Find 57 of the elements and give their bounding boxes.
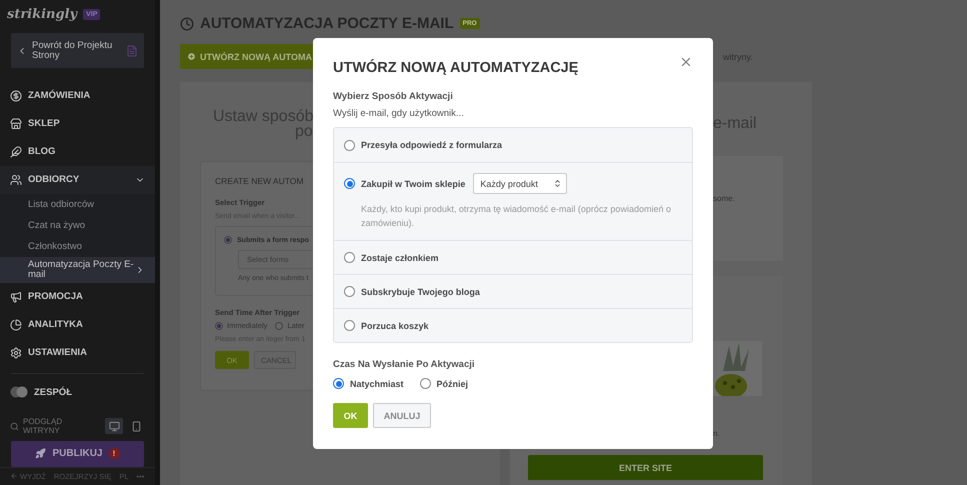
- document-icon: [126, 44, 138, 57]
- nav-subitem[interactable]: Automatyzacja Poczty E-mail: [0, 256, 155, 283]
- nav-icon: [10, 318, 22, 331]
- phone-icon: [130, 420, 142, 432]
- preview-label: PODGLĄD WITRYNY: [23, 417, 64, 436]
- nav-item[interactable]: ODBIORCY: [0, 166, 155, 194]
- nav-item[interactable]: ANALITYKA: [0, 310, 155, 339]
- plus-icon: [187, 52, 196, 61]
- trigger-label[interactable]: Subskrybuje Twojego bloga: [361, 286, 480, 296]
- section-label: Wybierz Sposób Aktywacji: [333, 91, 454, 102]
- nav-icon: [10, 90, 22, 102]
- nav-icon: [10, 118, 22, 130]
- nav-item[interactable]: ZAMÓWIENIA: [0, 82, 155, 110]
- rocket-icon: [35, 448, 46, 460]
- clock-icon: [180, 16, 194, 30]
- publish-button[interactable]: PUBLIKUJ !: [11, 441, 144, 467]
- nav-item[interactable]: USTAWIENIA: [0, 338, 155, 367]
- updown-icon: [553, 179, 562, 188]
- trigger-description: Każdy, kto kupi produkt, otrzyma tę wiadomość e-mail (oprócz powiadomień o zamówieniu).: [361, 203, 672, 230]
- trigger-label[interactable]: Porzuca koszyk: [361, 320, 429, 330]
- radio-button[interactable]: [344, 252, 355, 263]
- monitor-icon: [108, 420, 120, 432]
- section-hint: Wyślij e-mail, gdy użytkownik...: [333, 108, 465, 119]
- back-button[interactable]: Powrót do Projektu Strony: [11, 33, 144, 68]
- time-option[interactable]: Natychmiast: [333, 378, 404, 389]
- desktop-button[interactable]: [105, 418, 123, 434]
- nav-subitem[interactable]: Lista odbiorców: [0, 194, 155, 215]
- nav-icon: [10, 146, 22, 158]
- close-button[interactable]: [679, 55, 693, 69]
- nav-icon: [10, 346, 22, 359]
- radio-button[interactable]: [344, 286, 355, 297]
- radio-button[interactable]: [344, 178, 355, 189]
- nav-item[interactable]: BLOG: [0, 138, 155, 166]
- trigger-label[interactable]: Zakupił w Twoim sklepie: [361, 178, 466, 188]
- nav-icon: [10, 174, 22, 186]
- radio-button[interactable]: [344, 320, 355, 331]
- nav-subitem[interactable]: Czat na żywo: [0, 214, 155, 236]
- trigger-label[interactable]: Zostaje członkiem: [361, 252, 439, 262]
- section-label: Czas Na Wysłanie Po Aktywacji: [333, 359, 476, 370]
- preview-text: some.: [713, 194, 735, 203]
- arrow-left-icon: [10, 472, 18, 480]
- nav-item[interactable]: SKLEP: [0, 110, 155, 138]
- nav-item[interactable]: ZESPÓŁ: [0, 380, 155, 406]
- search-icon: [10, 422, 19, 431]
- enter-site-button[interactable]: ENTER SITE: [528, 455, 763, 480]
- radio-button[interactable]: [344, 140, 355, 150]
- card-title: CREATE NEW AUTOM: [215, 176, 304, 186]
- trigger-label[interactable]: Przesyła odpowiedź z formularza: [361, 140, 502, 150]
- team-icon: [10, 386, 28, 398]
- time-option[interactable]: Później: [420, 378, 468, 389]
- nav-item[interactable]: PROMOCJA: [0, 282, 155, 311]
- modal-title: UTWÓRZ NOWĄ AUTOMATYZACJĘ: [333, 60, 578, 76]
- product-select[interactable]: Każdy produkt: [473, 173, 568, 194]
- alert-badge: !: [108, 448, 120, 460]
- nav-icon: [10, 290, 22, 303]
- nav-subitem[interactable]: Członkostwo: [0, 236, 155, 257]
- logo: strikingly: [7, 6, 78, 22]
